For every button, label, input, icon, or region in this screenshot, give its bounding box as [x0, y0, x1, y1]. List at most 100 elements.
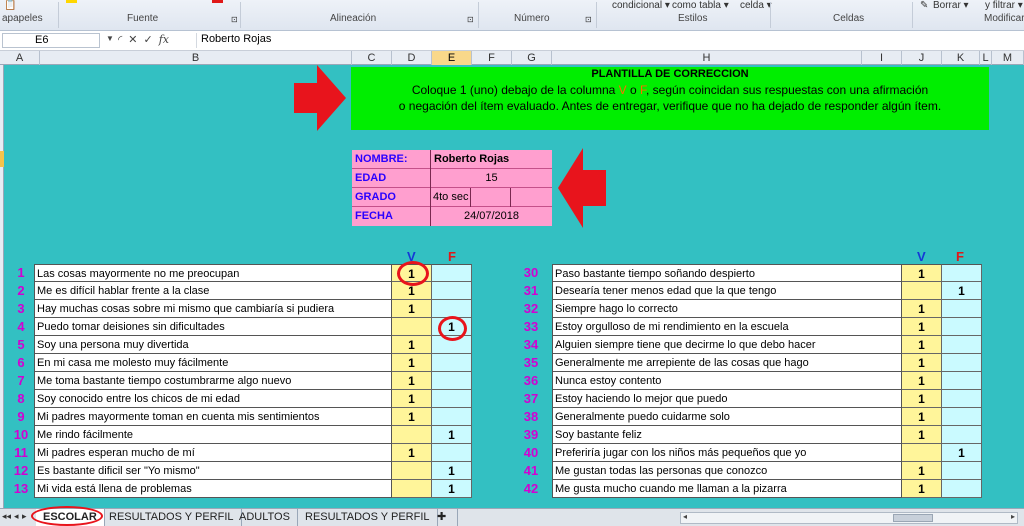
next-sheet-icon[interactable]: ▸	[22, 511, 27, 522]
column-header-j[interactable]: J	[902, 51, 942, 65]
font-dialog-icon[interactable]: ⊡	[231, 15, 238, 24]
item-statement[interactable]: Generalmente me arrepiente de las cosas …	[552, 354, 902, 372]
item-statement[interactable]: Me gustan todas las personas que conozco	[552, 462, 902, 480]
item-statement[interactable]: Puedo tomar deisiones sin dificultades	[34, 318, 392, 336]
conditional-format-button[interactable]: condicional ▾	[612, 0, 670, 11]
first-sheet-icon[interactable]: ◂◂	[2, 511, 11, 522]
scroll-right-icon[interactable]: ▸	[1011, 512, 1015, 521]
f-cell[interactable]	[432, 408, 472, 426]
item-statement[interactable]: Me toma bastante tiempo costumbrarme alg…	[34, 372, 392, 390]
column-header-d[interactable]: D	[392, 51, 432, 65]
f-cell[interactable]	[942, 426, 982, 444]
v-cell[interactable]: 1	[902, 300, 942, 318]
item-statement[interactable]: Soy conocido entre los chicos de mi edad	[34, 390, 392, 408]
nombre-value[interactable]: Roberto Rojas	[430, 150, 552, 169]
v-cell[interactable]	[392, 480, 432, 498]
row-headers[interactable]	[0, 65, 4, 508]
item-statement[interactable]: En mi casa me molesto muy fácilmente	[34, 354, 392, 372]
f-cell[interactable]: 1	[942, 282, 982, 300]
item-statement[interactable]: Hay muchas cosas sobre mi mismo que camb…	[34, 300, 392, 318]
column-header-c[interactable]: C	[352, 51, 392, 65]
column-header-m[interactable]: M	[992, 51, 1024, 65]
eraser-icon[interactable]: ✎	[920, 0, 928, 11]
f-cell[interactable]: 1	[942, 444, 982, 462]
column-header-l[interactable]: L	[980, 51, 992, 65]
item-statement[interactable]: Soy bastante feliz	[552, 426, 902, 444]
item-statement[interactable]: Es bastante dificil ser "Yo mismo"	[34, 462, 392, 480]
item-statement[interactable]: Mi padres esperan mucho de mí	[34, 444, 392, 462]
item-statement[interactable]: Generalmente puedo cuidarme solo	[552, 408, 902, 426]
f-cell[interactable]	[432, 264, 472, 282]
name-box[interactable]: E6	[2, 33, 100, 48]
column-header-f[interactable]: F	[472, 51, 512, 65]
v-cell[interactable]: 1	[392, 354, 432, 372]
item-statement[interactable]: Paso bastante tiempo soñando despierto	[552, 264, 902, 282]
tab-adultos[interactable]: ADULTOS	[232, 509, 298, 526]
f-cell[interactable]	[432, 390, 472, 408]
f-cell[interactable]	[942, 336, 982, 354]
f-cell[interactable]	[942, 264, 982, 282]
v-cell[interactable]: 1	[902, 480, 942, 498]
f-cell[interactable]	[942, 354, 982, 372]
f-cell[interactable]	[432, 444, 472, 462]
check-icon[interactable]: ✓	[143, 34, 152, 46]
f-cell[interactable]	[942, 372, 982, 390]
tab-resultados-perfil-2[interactable]: RESULTADOS Y PERFIL	[298, 509, 438, 526]
f-cell[interactable]	[942, 462, 982, 480]
f-cell[interactable]	[942, 408, 982, 426]
format-as-table-button[interactable]: como tabla ▾	[672, 0, 729, 11]
v-cell[interactable]: 1	[392, 336, 432, 354]
v-cell[interactable]	[392, 318, 432, 336]
f-cell[interactable]	[432, 354, 472, 372]
item-statement[interactable]: Desearía tener menos edad que la que ten…	[552, 282, 902, 300]
v-cell[interactable]: 1	[902, 462, 942, 480]
item-statement[interactable]: Alguien siempre tiene que decirme lo que…	[552, 336, 902, 354]
collapse-icon[interactable]: ◜	[118, 34, 122, 46]
v-cell[interactable]: 1	[902, 408, 942, 426]
item-statement[interactable]: Mi vida está llena de problemas	[34, 480, 392, 498]
f-cell[interactable]	[432, 372, 472, 390]
scroll-thumb[interactable]	[893, 514, 933, 522]
v-cell[interactable]: 1	[902, 318, 942, 336]
column-header-k[interactable]: K	[942, 51, 980, 65]
horizontal-scrollbar[interactable]: ◂ ▸	[680, 512, 1018, 524]
prev-sheet-icon[interactable]: ◂	[14, 511, 19, 522]
cancel-icon[interactable]: ✕	[128, 34, 137, 46]
clipboard-icon[interactable]: 📋	[4, 0, 16, 11]
v-cell[interactable]: 1	[392, 372, 432, 390]
column-header-a[interactable]: A	[0, 51, 40, 65]
f-cell[interactable]	[942, 480, 982, 498]
v-cell[interactable]	[902, 282, 942, 300]
v-cell[interactable]: 1	[902, 354, 942, 372]
fecha-value[interactable]: 24/07/2018	[430, 207, 552, 226]
column-header-b[interactable]: B	[40, 51, 352, 65]
item-statement[interactable]: Nunca estoy contento	[552, 372, 902, 390]
grado-value[interactable]: 4to sec	[430, 188, 470, 207]
v-cell[interactable]: 1	[392, 390, 432, 408]
scroll-left-icon[interactable]: ◂	[683, 512, 687, 521]
f-cell[interactable]	[942, 390, 982, 408]
v-cell[interactable]: 1	[902, 372, 942, 390]
v-cell[interactable]: 1	[392, 408, 432, 426]
column-header-i[interactable]: I	[862, 51, 902, 65]
item-statement[interactable]: Preferiría jugar con los niños más peque…	[552, 444, 902, 462]
sort-filter-button[interactable]: y filtrar ▾	[985, 0, 1023, 11]
chevron-down-icon[interactable]: ▼	[106, 34, 114, 43]
f-cell[interactable]	[942, 300, 982, 318]
v-cell[interactable]	[392, 462, 432, 480]
cell-styles-button[interactable]: celda ▾	[740, 0, 772, 11]
highlight-color-swatch[interactable]	[66, 0, 77, 3]
item-statement[interactable]: Me rindo fácilmente	[34, 426, 392, 444]
fx-icon[interactable]: fx	[159, 33, 169, 46]
item-statement[interactable]: Me gusta mucho cuando me llaman a la piz…	[552, 480, 902, 498]
clear-button[interactable]: Borrar ▾	[933, 0, 969, 11]
v-cell[interactable]: 1	[902, 336, 942, 354]
v-cell[interactable]: 1	[392, 300, 432, 318]
v-cell[interactable]: 1	[902, 264, 942, 282]
item-statement[interactable]: Estoy orgulloso de mi rendimiento en la …	[552, 318, 902, 336]
tab-resultados-perfil[interactable]: RESULTADOS Y PERFIL	[102, 509, 242, 526]
f-cell[interactable]	[942, 318, 982, 336]
v-cell[interactable]: 1	[902, 426, 942, 444]
edad-value[interactable]: 15	[430, 169, 552, 188]
item-statement[interactable]: Siempre hago lo correcto	[552, 300, 902, 318]
